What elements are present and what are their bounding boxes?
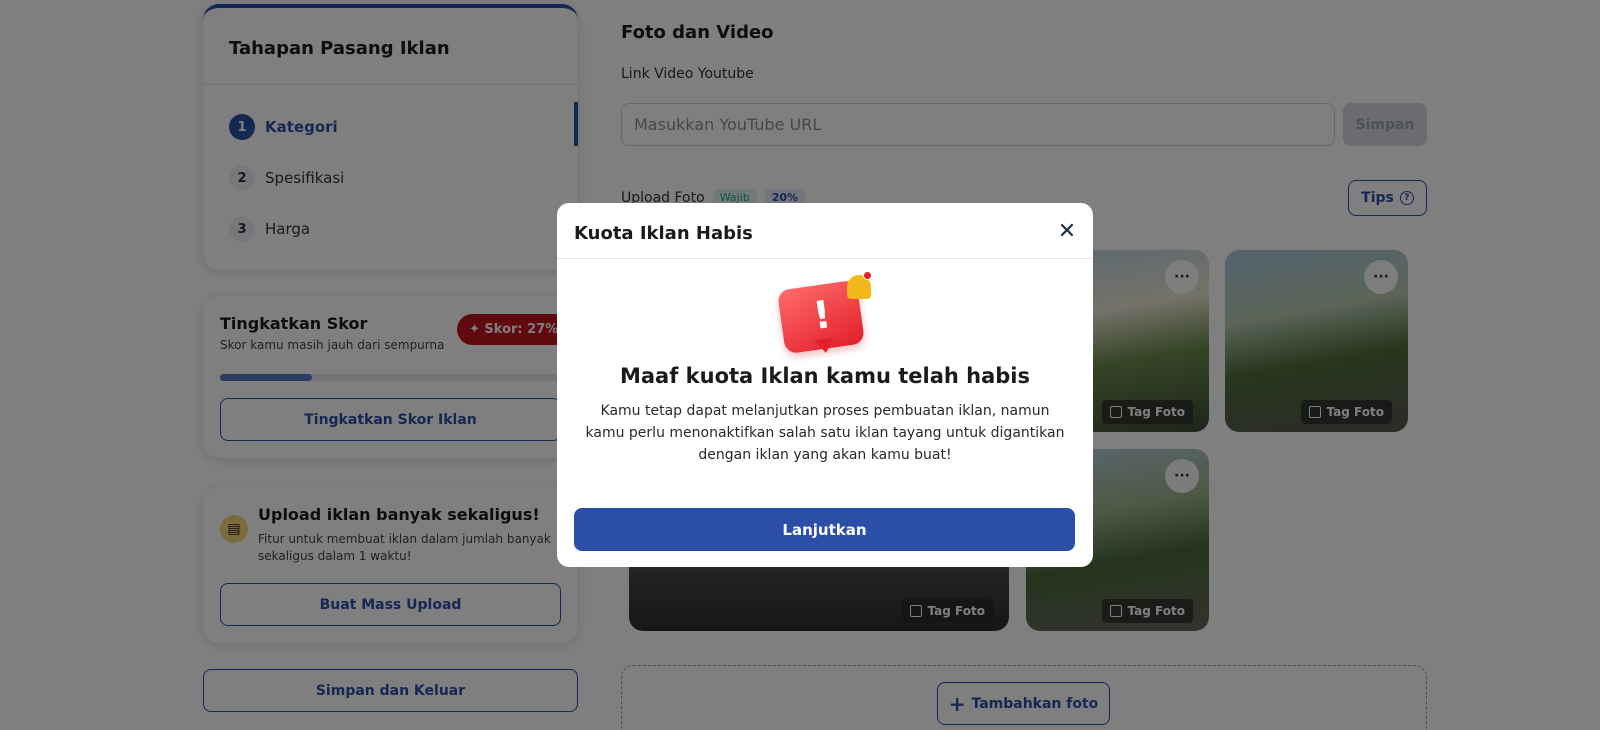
- modal-heading: Maaf kuota Iklan kamu telah habis: [619, 364, 1030, 388]
- close-icon[interactable]: ✕: [1055, 219, 1079, 244]
- divider: [557, 258, 1093, 259]
- continue-button[interactable]: Lanjutkan: [574, 508, 1075, 551]
- alert-illustration-icon: !: [776, 271, 877, 357]
- alert-bubble-tail: [814, 337, 836, 355]
- notification-dot: [863, 271, 872, 280]
- modal-body-text: Kamu tetap dapat melanjutkan proses pemb…: [585, 403, 1065, 463]
- exclamation-icon: !: [810, 292, 834, 338]
- modal-title: Kuota Iklan Habis: [574, 223, 753, 244]
- quota-modal: Kuota Iklan Habis ✕ ! Maaf kuota Iklan k…: [557, 203, 1093, 567]
